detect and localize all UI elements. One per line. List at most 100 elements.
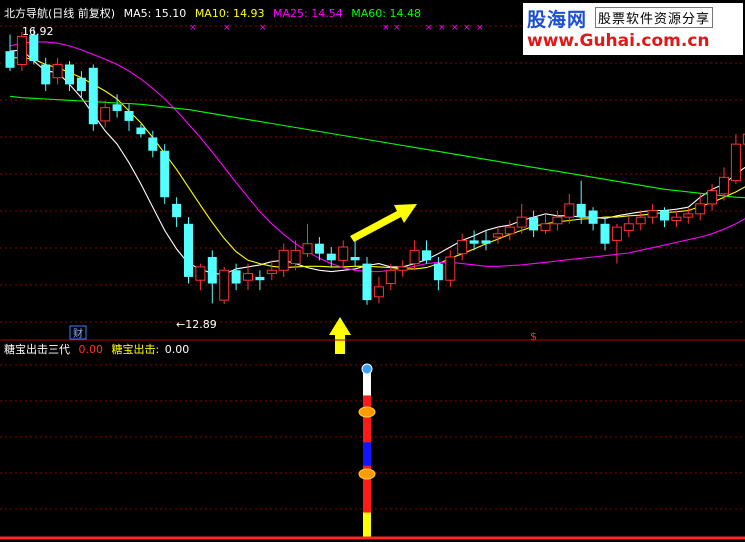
candle-body-down: [65, 64, 74, 85]
indicator-grid: [0, 364, 745, 510]
indicator-segment: [363, 489, 371, 514]
candle-body-up: [338, 246, 349, 261]
series-line-ma25: [9, 41, 745, 273]
candle-body-down: [469, 240, 479, 244]
indicator-segment: [363, 372, 371, 396]
candle-body-up: [647, 210, 658, 218]
candle-body-up: [611, 226, 622, 241]
dollar-mark: $: [530, 330, 537, 343]
candle-body-up: [719, 176, 729, 195]
candle-body-up: [504, 226, 515, 235]
candle-body-up: [397, 266, 408, 271]
ma10-legend: MA10: 14.93: [194, 7, 265, 20]
treasure-icon: [358, 406, 376, 418]
candle-body-down: [660, 210, 669, 221]
x-mark: ×: [463, 23, 471, 33]
series-line-ma5: [9, 49, 745, 275]
x-mark: ×: [476, 23, 484, 33]
candle-body-up: [409, 249, 420, 265]
price-header: 北方导航(日线 前复权) MA5: 15.10 MA10: 14.93 MA25…: [4, 7, 426, 21]
chart-annotations: 16.92←12.89财 $× × × × × × × × × ×: [22, 23, 537, 354]
candle-body-down: [124, 110, 134, 121]
candle-body-down: [433, 263, 443, 281]
candle-body-up: [695, 203, 706, 215]
candle-body-down: [481, 240, 491, 244]
candle-body-down: [136, 127, 146, 135]
candlesticks: [5, 27, 745, 305]
stock-chart[interactable]: 16.92←12.89财 $× × × × × × × × × ×: [0, 0, 745, 542]
candle-body-down: [148, 137, 158, 151]
trend-arrow-icon: [350, 204, 417, 242]
candle-body-down: [41, 64, 51, 85]
cai-badge-icon: 财: [73, 327, 83, 340]
candle-body-down: [172, 203, 182, 218]
indicator-segment: [363, 442, 371, 467]
moving-average-lines: [9, 41, 745, 275]
candle-body-up: [290, 249, 301, 265]
candle-body-up: [635, 216, 646, 225]
x-mark: ×: [438, 23, 446, 33]
candle-body-down: [255, 276, 265, 281]
candle-body-down: [184, 223, 193, 277]
candle-body-up: [552, 216, 563, 225]
candle-body-down: [314, 243, 324, 254]
candle-body-down: [350, 256, 360, 261]
x-mark: ×: [223, 23, 231, 33]
candle-body-up: [243, 273, 253, 281]
candle-body-up: [195, 266, 206, 281]
candle-body-up: [445, 256, 456, 281]
x-mark: ×: [451, 23, 459, 33]
series-line-ma10: [10, 57, 745, 270]
candle-body-up: [385, 269, 396, 285]
candle-body-up: [278, 249, 289, 271]
candle-body-up: [683, 213, 694, 218]
candle-body-down: [576, 203, 586, 218]
candle-body-down: [362, 263, 372, 301]
buy-signal-up-arrow-icon: [329, 317, 351, 354]
candle-body-up: [623, 223, 634, 231]
x-mark: ×: [382, 23, 390, 33]
high-price-label: 16.92: [22, 25, 54, 38]
price-grid: [0, 25, 745, 323]
candle-body-up: [671, 216, 682, 221]
candle-body-up: [457, 239, 468, 255]
ma60-legend: MA60: 14.48: [351, 7, 421, 20]
ma25-legend: MA25: 14.54: [273, 7, 343, 20]
candle-body-up: [16, 36, 27, 65]
candle-body-down: [29, 34, 39, 62]
candle-body-down: [326, 253, 336, 261]
watermark-tagline: 股票软件资源分享: [595, 7, 714, 28]
candle-body-up: [100, 107, 111, 122]
candle-body-down: [207, 256, 217, 284]
candle-body-up: [52, 63, 63, 79]
candle-body-down: [88, 67, 98, 125]
indicator-segment: [363, 512, 371, 537]
indicator-header: 糖宝出击三代 0.00 糖宝出击: 0.00: [4, 343, 194, 357]
candle-body-up: [516, 216, 527, 228]
stock-title: 北方导航(日线 前复权): [4, 7, 116, 20]
x-mark: ×: [259, 23, 267, 33]
candle-body-up: [730, 143, 741, 182]
candle-body-up: [707, 190, 718, 205]
candle-body-down: [588, 210, 598, 224]
candle-body-up: [302, 243, 313, 255]
candle-body-down: [112, 104, 122, 111]
candle-body-down: [422, 250, 431, 261]
candle-body-down: [5, 51, 15, 68]
watermark-url: www.Guhai.com.cn: [527, 31, 710, 51]
series-line-ma60: [9, 95, 745, 199]
x-mark: ×: [189, 23, 197, 33]
candle-body-down: [160, 150, 170, 198]
indicator-line-value: 0.00: [164, 343, 190, 356]
candle-body-down: [231, 270, 241, 284]
candle-body-up: [540, 223, 551, 231]
indicator-line-label: 糖宝出击:: [111, 343, 160, 356]
low-price-label: ←12.89: [176, 318, 217, 331]
candle-body-up: [266, 269, 277, 275]
candle-body-up: [373, 286, 384, 298]
x-mark: ×: [425, 23, 433, 33]
candle-body-down: [76, 77, 86, 92]
candle-body-up: [492, 233, 503, 238]
indicator-bars: [358, 363, 376, 537]
candle-body-up: [219, 269, 230, 301]
